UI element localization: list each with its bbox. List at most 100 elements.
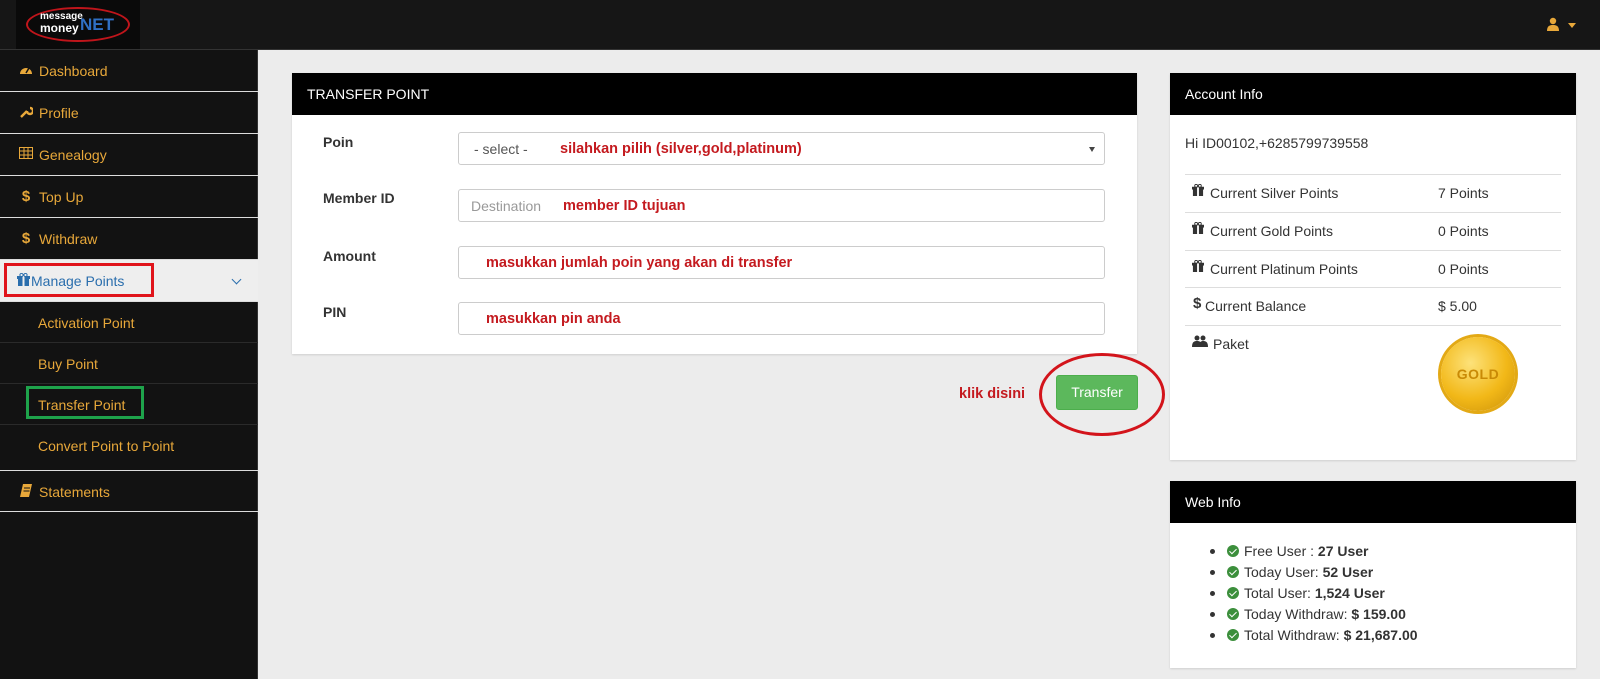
chevron-down-icon [231,274,242,285]
pin-label: PIN [323,304,347,320]
web-info-item: Free User : 27 User [1244,543,1369,559]
account-info-panel: Account Info Hi ID00102,+6285799739558 C… [1170,73,1576,460]
sidebar-item-label: Profile [39,105,79,121]
list-bullet [1210,612,1215,617]
dollar-icon: $ [1193,295,1202,312]
dashboard-icon [18,63,34,79]
gift-icon [1192,221,1204,238]
member-id-placeholder: Destination [471,198,542,214]
sidebar-subitem-buy-point[interactable]: Buy Point [0,343,258,384]
poin-select-value: - select - [474,141,528,157]
list-bullet [1210,570,1215,575]
sidebar-item-dashboard[interactable]: Dashboard [0,50,258,92]
dollar-icon: $ [21,230,31,247]
web-info-item: Today Withdraw: $ 159.00 [1244,606,1406,622]
chevron-down-icon [1568,23,1576,28]
list-bullet [1210,549,1215,554]
check-circle-icon [1227,608,1239,620]
sidebar-item-statements[interactable]: Statements [0,470,258,512]
web-info-item: Today User: 52 User [1244,564,1374,580]
panel-title: Account Info [1185,86,1263,102]
package-label: Paket [1213,336,1249,352]
web-info-item: Total Withdraw: $ 21,687.00 [1244,627,1418,643]
gold-points-value: 0 Points [1438,223,1489,239]
transfer-point-panel: TRANSFER POINT Poin - select - silahkan … [292,73,1137,354]
user-menu-dropdown[interactable] [1546,15,1580,35]
balance-label: Current Balance [1205,298,1307,314]
sidebar-item-label: Top Up [39,189,84,205]
wrench-icon [18,105,35,121]
sidebar-subitem-label: Buy Point [38,356,98,372]
list-bullet [1210,591,1215,596]
web-info-item: Total User: 1,524 User [1244,585,1385,601]
amount-field[interactable]: masukkan jumlah poin yang akan di transf… [458,246,1105,279]
balance-value: $ 5.00 [1438,298,1477,314]
gold-points-label: Current Gold Points [1210,223,1333,239]
sidebar-subitem-label: Activation Point [38,315,135,331]
poin-label: Poin [323,134,354,150]
dollar-icon: $ [21,188,31,205]
top-navbar: message money NET [0,0,1600,50]
sidebar-item-label: Dashboard [39,63,108,79]
gift-icon [1192,259,1204,276]
pin-field[interactable]: masukkan pin anda [458,302,1105,335]
sidebar-item-label: Manage Points [31,273,125,289]
sidebar-subitem-convert-point[interactable]: Convert Point to Point [0,425,258,466]
sidebar-item-genealogy[interactable]: Genealogy [0,134,258,176]
brand-logo[interactable]: message money NET [16,0,140,49]
silver-points-label: Current Silver Points [1210,185,1339,201]
logo-text-net: NET [80,15,114,34]
row-divider [1185,287,1561,288]
row-divider [1185,325,1561,326]
poin-select[interactable]: - select - silahkan pilih (silver,gold,p… [458,132,1105,165]
silver-points-value: 7 Points [1438,185,1489,201]
sidebar-item-label: Withdraw [39,231,98,247]
member-id-label: Member ID [323,190,395,206]
row-divider [1185,212,1561,213]
check-circle-icon [1227,545,1239,557]
sidebar-item-manage-points[interactable]: Manage Points [0,260,258,302]
annotation-red-oval [1039,353,1165,436]
sidebar: Dashboard Profile Genealogy $ Top Up $ W… [0,50,258,679]
gift-icon [1192,183,1204,200]
logo-text-money: money [40,21,79,35]
sidebar-item-profile[interactable]: Profile [0,92,258,134]
member-id-field[interactable]: Destination member ID tujuan [458,189,1105,222]
sidebar-subitem-transfer-point[interactable]: Transfer Point [0,384,258,425]
gold-badge-text: GOLD [1456,366,1500,382]
sidebar-item-top-up[interactable]: $ Top Up [0,176,258,218]
users-icon [1192,335,1208,351]
pin-annotation: masukkan pin anda [486,311,621,327]
amount-label: Amount [323,248,376,264]
sidebar-item-label: Genealogy [39,147,107,163]
sidebar-item-withdraw[interactable]: $ Withdraw [0,218,258,260]
member-id-annotation: member ID tujuan [563,198,686,214]
table-icon [18,147,34,163]
row-divider [1185,250,1561,251]
check-circle-icon [1227,629,1239,641]
gold-package-badge: GOLD [1441,337,1515,411]
book-icon [18,484,34,500]
sidebar-subitem-activation-point[interactable]: Activation Point [0,302,258,343]
panel-title: TRANSFER POINT [307,86,430,102]
gift-icon [15,272,31,289]
amount-annotation: masukkan jumlah poin yang akan di transf… [486,255,793,271]
chevron-down-icon [1089,147,1095,152]
poin-annotation: silahkan pilih (silver,gold,platinum) [560,141,802,157]
user-icon [1547,17,1559,31]
row-divider [1185,174,1561,175]
check-circle-icon [1227,587,1239,599]
list-bullet [1210,633,1215,638]
platinum-points-label: Current Platinum Points [1210,261,1358,277]
sidebar-item-label: Statements [39,484,110,500]
panel-header: Web Info [1170,481,1576,523]
platinum-points-value: 0 Points [1438,261,1489,277]
sidebar-subitem-label: Transfer Point [38,397,126,413]
sidebar-subitem-label: Convert Point to Point [38,438,175,454]
panel-header: TRANSFER POINT [292,73,1137,115]
panel-title: Web Info [1185,494,1241,510]
panel-header: Account Info [1170,73,1576,115]
account-greeting: Hi ID00102,+6285799739558 [1185,135,1369,151]
click-here-annotation: klik disini [959,386,1026,402]
check-circle-icon [1227,566,1239,578]
